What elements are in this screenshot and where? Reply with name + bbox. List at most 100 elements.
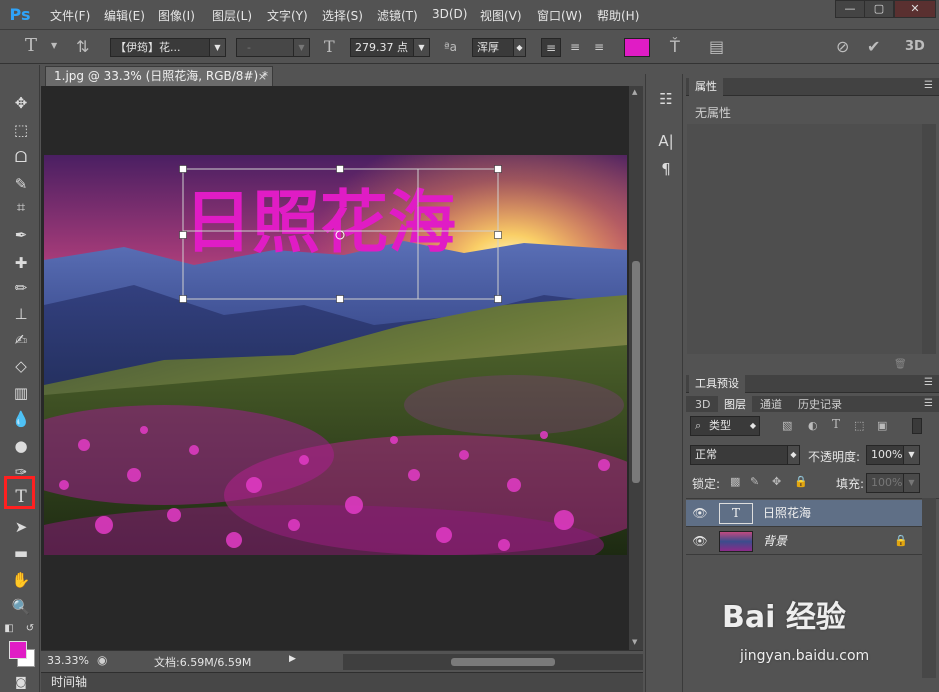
menu-window[interactable]: 窗口(W) bbox=[537, 7, 582, 24]
align-left-icon[interactable]: ≡ bbox=[541, 38, 561, 57]
opacity-input[interactable]: 100% ▼ bbox=[866, 445, 920, 465]
document-tab[interactable]: 1.jpg @ 33.3% (日照花海, RGB/8#) * × bbox=[45, 66, 273, 86]
document-image[interactable]: 日照花海 bbox=[44, 155, 627, 555]
default-colors-icon[interactable]: ◧ bbox=[3, 617, 15, 641]
filter-pixel-icon[interactable]: ▧ bbox=[782, 419, 792, 432]
quick-mask-icon[interactable]: ◙ bbox=[9, 670, 33, 692]
panel-menu-icon[interactable]: ☰ bbox=[924, 80, 933, 91]
close-window-button[interactable]: ✕ bbox=[894, 0, 936, 18]
menu-type[interactable]: 文字(Y) bbox=[267, 7, 308, 24]
canvas-text[interactable]: 日照花海 bbox=[184, 184, 456, 263]
font-size-select[interactable]: 279.37 点 ▼ bbox=[350, 38, 430, 57]
zoom-tool-icon[interactable]: 🔍 bbox=[9, 595, 33, 619]
healing-brush-tool-icon[interactable]: ✚ bbox=[9, 251, 33, 275]
filter-toggle[interactable] bbox=[912, 418, 922, 434]
history-brush-tool-icon[interactable]: ✍ bbox=[9, 328, 33, 352]
type-tool-preset-icon[interactable]: T bbox=[25, 35, 37, 56]
visibility-eye-icon[interactable]: 👁 bbox=[692, 500, 708, 526]
filter-shape-icon[interactable]: ⬚ bbox=[854, 419, 864, 432]
gradient-tool-icon[interactable]: ▥ bbox=[9, 381, 33, 405]
close-icon[interactable]: × bbox=[258, 67, 267, 86]
layers-scrollbar[interactable] bbox=[922, 498, 936, 678]
align-right-icon[interactable]: ≡ bbox=[589, 38, 609, 57]
layer-name[interactable]: 日照花海 bbox=[763, 500, 811, 526]
zoom-level[interactable]: 33.33% bbox=[47, 654, 89, 667]
menu-help[interactable]: 帮助(H) bbox=[597, 7, 639, 24]
timeline-panel[interactable]: 时间轴 bbox=[41, 672, 643, 692]
filter-type-icon[interactable]: T bbox=[832, 417, 840, 431]
menu-image[interactable]: 图像(I) bbox=[158, 7, 195, 24]
properties-panel-icon[interactable]: ☷ bbox=[655, 88, 677, 110]
commit-icon[interactable]: ✔ bbox=[867, 37, 880, 56]
crop-tool-icon[interactable]: ⌗ bbox=[9, 195, 33, 219]
layer-row-text[interactable]: 👁 T 日照花海 bbox=[686, 500, 922, 527]
horizontal-scrollbar[interactable] bbox=[343, 654, 643, 670]
menu-edit[interactable]: 编辑(E) bbox=[104, 7, 145, 24]
fill-input[interactable]: 100% ▼ bbox=[866, 473, 920, 493]
panel-menu-icon[interactable]: ☰ bbox=[924, 398, 933, 409]
eraser-tool-icon[interactable]: ◇ bbox=[9, 354, 33, 378]
font-size-icon: T bbox=[324, 37, 335, 56]
tools-panel: ✥ ⬚ ᗝ ✎ ⌗ ✒ ✚ ✏ ⊥ ✍ ◇ ▥ 💧 ● ✑ T ➤ ▬ ✋ 🔍 … bbox=[0, 65, 40, 692]
align-center-icon[interactable]: ≡ bbox=[565, 38, 585, 57]
filter-adjustment-icon[interactable]: ◐ bbox=[808, 419, 818, 432]
text-color-swatch[interactable] bbox=[624, 38, 650, 57]
blur-tool-icon[interactable]: 💧 bbox=[9, 407, 33, 431]
lock-pixels-icon[interactable]: ✎ bbox=[750, 475, 759, 488]
tab-properties[interactable]: 属性 bbox=[689, 78, 723, 96]
marquee-tool-icon[interactable]: ⬚ bbox=[9, 118, 33, 142]
clone-stamp-tool-icon[interactable]: ⊥ bbox=[9, 302, 33, 326]
maximize-button[interactable]: ▢ bbox=[864, 0, 894, 18]
menu-file[interactable]: 文件(F) bbox=[50, 7, 90, 24]
menu-select[interactable]: 选择(S) bbox=[322, 7, 363, 24]
properties-scrollbar[interactable] bbox=[922, 124, 936, 354]
foreground-color-swatch[interactable] bbox=[9, 641, 27, 659]
3d-button[interactable]: 3D bbox=[905, 39, 925, 54]
lasso-tool-icon[interactable]: ᗝ bbox=[9, 145, 33, 169]
horizontal-scroll-thumb[interactable] bbox=[451, 658, 555, 666]
lock-transparent-icon[interactable]: ▩ bbox=[730, 475, 740, 488]
visibility-eye-icon[interactable]: 👁 bbox=[692, 528, 708, 554]
eyedropper-tool-icon[interactable]: ✒ bbox=[9, 223, 33, 247]
swap-colors-icon[interactable]: ↺ bbox=[24, 617, 36, 641]
scroll-up-icon[interactable]: ▲ bbox=[632, 88, 637, 96]
text-orientation-icon[interactable]: ⇅ bbox=[76, 37, 89, 56]
status-menu-arrow-icon[interactable]: ▶ bbox=[289, 654, 296, 664]
brush-tool-icon[interactable]: ✏ bbox=[9, 276, 33, 300]
vertical-scrollbar[interactable]: ▲ ▼ bbox=[629, 86, 643, 650]
tab-tool-presets[interactable]: 工具预设 bbox=[689, 375, 745, 393]
menu-view[interactable]: 视图(V) bbox=[480, 7, 522, 24]
trash-icon[interactable]: 🗑 bbox=[894, 359, 907, 370]
layer-row-background[interactable]: 👁 背景 🔒 bbox=[686, 528, 922, 555]
lock-position-icon[interactable]: ✥ bbox=[772, 475, 781, 488]
move-tool-icon[interactable]: ✥ bbox=[9, 91, 33, 115]
menu-filter[interactable]: 滤镜(T) bbox=[377, 7, 418, 24]
path-selection-tool-icon[interactable]: ➤ bbox=[9, 515, 33, 539]
warp-text-icon[interactable]: Ť bbox=[670, 37, 680, 56]
blend-mode-select[interactable]: 正常 ◆ bbox=[690, 445, 800, 465]
minimize-button[interactable]: — bbox=[835, 0, 865, 18]
lock-all-icon[interactable]: 🔒 bbox=[794, 475, 808, 488]
character-panel-icon[interactable]: A| bbox=[655, 130, 677, 152]
quick-select-tool-icon[interactable]: ✎ bbox=[9, 172, 33, 196]
hand-tool-icon[interactable]: ✋ bbox=[9, 568, 33, 592]
panel-menu-icon[interactable]: ☰ bbox=[924, 377, 933, 388]
vertical-scroll-thumb[interactable] bbox=[632, 261, 640, 483]
layer-name[interactable]: 背景 bbox=[763, 528, 787, 554]
dodge-tool-icon[interactable]: ● bbox=[9, 434, 33, 458]
character-panel-icon[interactable]: ▤ bbox=[709, 37, 724, 56]
antialias-select[interactable]: 浑厚 ◆ bbox=[472, 38, 526, 57]
cancel-icon[interactable]: ⊘ bbox=[836, 37, 849, 56]
filter-smart-object-icon[interactable]: ▣ bbox=[877, 419, 887, 432]
font-style-select[interactable]: - ▼ bbox=[236, 38, 310, 57]
rectangle-tool-icon[interactable]: ▬ bbox=[9, 541, 33, 565]
status-info-icon[interactable]: ◉ bbox=[97, 653, 107, 667]
chevron-down-icon[interactable]: ▼ bbox=[51, 41, 57, 50]
paragraph-panel-icon[interactable]: ¶ bbox=[655, 158, 677, 180]
font-family-select[interactable]: 【伊筠】花... ▼ bbox=[110, 38, 226, 57]
layer-filter-select[interactable]: ⌕ 类型 ◆ bbox=[690, 416, 760, 436]
fill-value: 100% bbox=[871, 476, 903, 489]
menu-3d[interactable]: 3D(D) bbox=[432, 7, 467, 21]
scroll-down-icon[interactable]: ▼ bbox=[632, 638, 637, 646]
menu-layer[interactable]: 图层(L) bbox=[212, 7, 252, 24]
